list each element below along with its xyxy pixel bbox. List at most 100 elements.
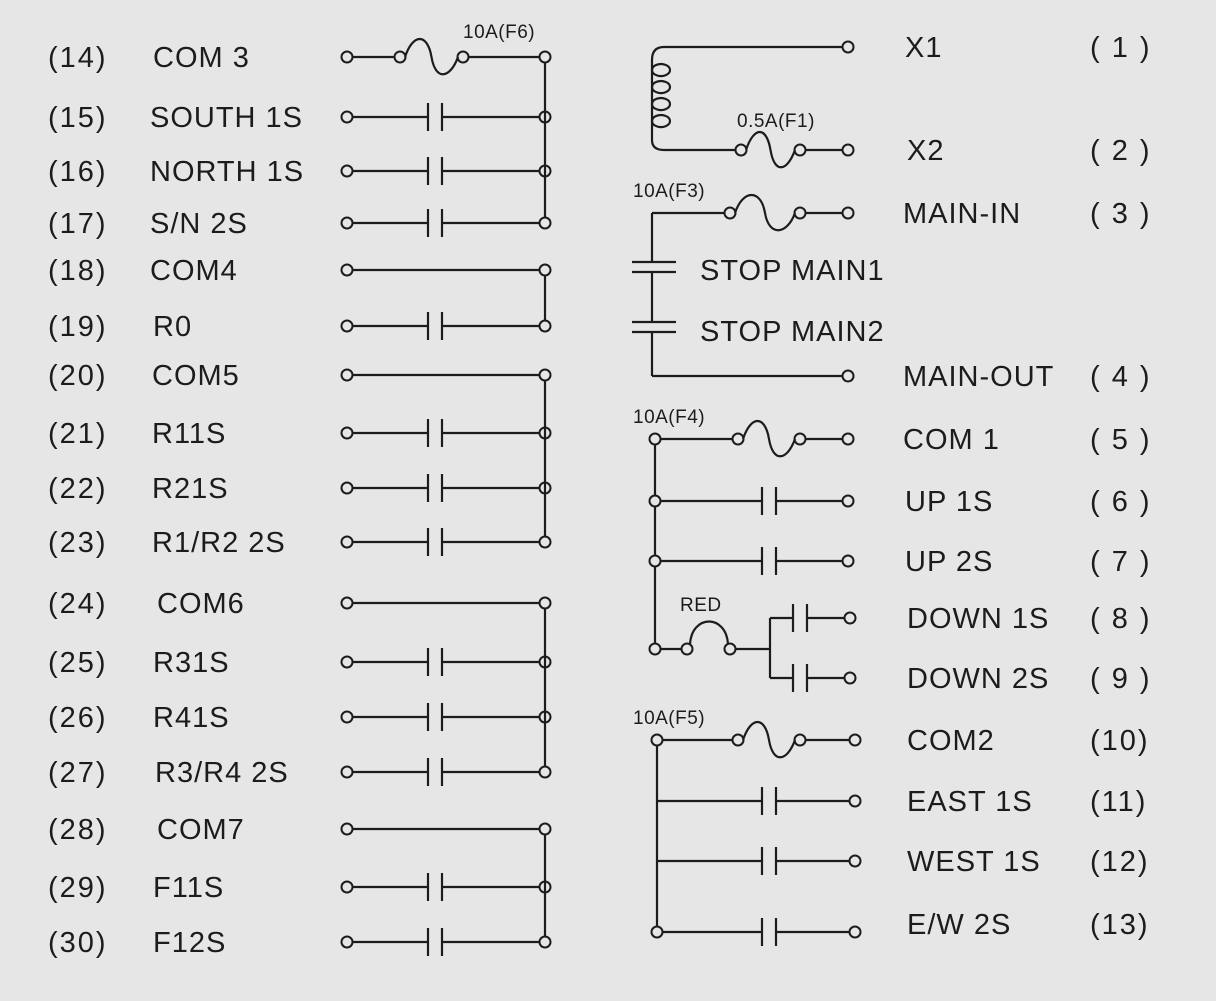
terminal-number: ( 8 ) (1090, 603, 1152, 635)
terminal-number: (29) (48, 872, 108, 904)
input-terminal (340, 263, 354, 277)
terminal-label: R41S (153, 702, 230, 734)
terminal-label: EAST 1S (907, 786, 1033, 818)
terminal (848, 794, 862, 808)
input-terminal (340, 765, 354, 779)
bus-junction (538, 822, 552, 836)
terminal (648, 494, 662, 508)
terminal (841, 143, 855, 157)
fuse-icon (403, 38, 460, 76)
terminal (648, 642, 662, 656)
terminal-label: COM2 (907, 725, 995, 757)
fuse-rating-label: 10A(F5) (633, 708, 705, 729)
terminal-number: (10) (1090, 725, 1150, 757)
wiring-diagram: (14) COM 3 (15) SOUTH 1S (16) NORTH 1S (17) S/N… (0, 0, 1216, 1001)
terminal-label: X2 (907, 135, 944, 167)
terminal (841, 206, 855, 220)
terminal-number: (15) (48, 102, 108, 134)
terminal-number: (25) (48, 647, 108, 679)
terminal (841, 432, 855, 446)
terminal-number: ( 5 ) (1090, 424, 1152, 456)
terminal (648, 554, 662, 568)
input-terminal (340, 319, 354, 333)
terminal-label: UP 2S (905, 546, 993, 578)
fuse-terminal (734, 143, 748, 157)
coil-icon (650, 45, 672, 152)
terminal (843, 611, 857, 625)
terminal-label: DOWN 1S (907, 603, 1049, 635)
input-terminal (340, 368, 354, 382)
bus-junction (538, 535, 552, 549)
terminal-label: COM6 (157, 588, 245, 620)
fuse-rating-label: 10A(F4) (633, 407, 705, 428)
terminal-number: (22) (48, 473, 108, 505)
terminal-number: (14) (48, 42, 108, 74)
input-terminal (340, 481, 354, 495)
input-terminal (340, 935, 354, 949)
bus-junction (538, 596, 552, 610)
fuse-terminal (793, 206, 807, 220)
terminal-number: ( 4 ) (1090, 361, 1152, 393)
terminal-number: (16) (48, 156, 108, 188)
fuse-terminal (793, 432, 807, 446)
input-terminal (340, 164, 354, 178)
input-terminal (340, 710, 354, 724)
red-label: RED (680, 595, 722, 616)
stop-main1-label: STOP MAIN1 (700, 255, 885, 287)
fuse-terminal (793, 143, 807, 157)
fuse-terminal (793, 733, 807, 747)
terminal-label: R11S (152, 418, 226, 450)
fuse-icon (744, 130, 797, 169)
fuse-icon (741, 419, 797, 458)
terminal-number: (18) (48, 255, 108, 287)
terminal-number: ( 1 ) (1090, 32, 1152, 64)
terminal-number: ( 3 ) (1090, 198, 1152, 230)
terminal-number: (24) (48, 588, 108, 620)
terminal-label: SOUTH 1S (150, 102, 303, 134)
bus-junction (538, 765, 552, 779)
terminal-number: (30) (48, 927, 108, 959)
terminal-label: DOWN 2S (907, 663, 1049, 695)
input-terminal (340, 535, 354, 549)
fuse-rating-label: 10A(F6) (463, 22, 535, 43)
fuse-terminal (393, 50, 407, 64)
bus-junction (538, 319, 552, 333)
fuse-rating-label: 0.5A(F1) (737, 111, 815, 132)
fuse-terminal (723, 206, 737, 220)
terminal (648, 432, 662, 446)
bus-junction (538, 50, 552, 64)
input-terminal (340, 426, 354, 440)
terminal-label: COM7 (157, 814, 245, 846)
terminal-number: (21) (48, 418, 108, 450)
terminal-label: COM5 (152, 360, 240, 392)
terminal-number: (11) (1090, 786, 1147, 818)
terminal (841, 494, 855, 508)
terminal (848, 854, 862, 868)
terminal-label: WEST 1S (907, 846, 1041, 878)
terminal-number: ( 7 ) (1090, 546, 1152, 578)
terminal-label: E/W 2S (907, 909, 1011, 941)
terminal-label: R31S (153, 647, 230, 679)
input-terminal (340, 50, 354, 64)
fuse-terminal (456, 50, 470, 64)
terminal-number: (23) (48, 527, 108, 559)
stop-main2-label: STOP MAIN2 (700, 316, 885, 348)
terminal-label: R1/R2 2S (152, 527, 286, 559)
fuse-icon (733, 194, 797, 232)
terminal (841, 369, 855, 383)
terminal-label: R21S (152, 473, 229, 505)
fuse-icon (741, 720, 797, 759)
terminal (650, 733, 664, 747)
terminal-label: MAIN-OUT (903, 361, 1054, 393)
terminal-number: (26) (48, 702, 108, 734)
terminal-label: F11S (153, 872, 224, 904)
terminal-label: R3/R4 2S (155, 757, 289, 789)
bus-junction (538, 935, 552, 949)
terminal-label: UP 1S (905, 486, 993, 518)
terminal (843, 671, 857, 685)
terminal (650, 925, 664, 939)
bus-junction (538, 216, 552, 230)
red-terminal (723, 642, 737, 656)
bus-junction (538, 263, 552, 277)
fuse-rating-label: 10A(F3) (633, 181, 705, 202)
